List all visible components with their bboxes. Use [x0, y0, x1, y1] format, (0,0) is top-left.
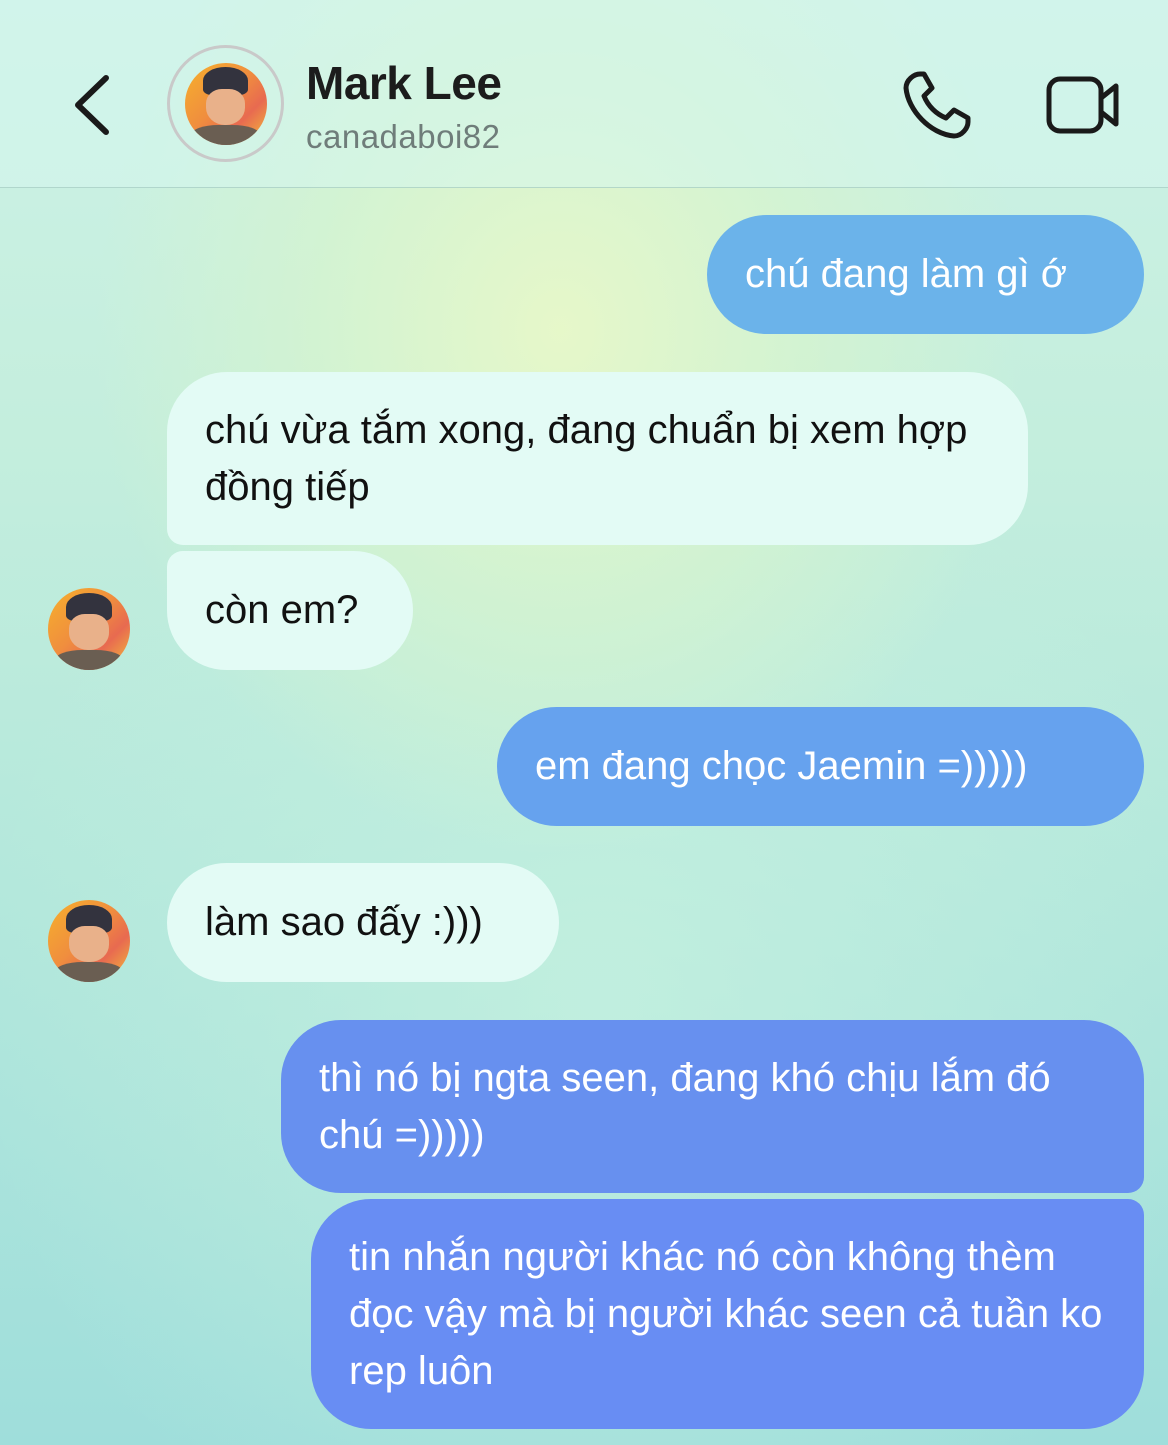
video-camera-icon: [1046, 76, 1119, 134]
message-text: thì nó bị ngta seen, đang khó chịu lắm đ…: [319, 1055, 1051, 1157]
back-button[interactable]: [60, 62, 130, 148]
message-text: tin nhắn người khác nó còn không thèm đọ…: [349, 1234, 1103, 1393]
chat-header: Mark Lee canadaboi82: [0, 0, 1168, 188]
avatar[interactable]: [48, 588, 130, 670]
video-call-button[interactable]: [1040, 66, 1124, 144]
message-bubble-incoming[interactable]: làm sao đấy :))): [167, 863, 559, 982]
contact-name[interactable]: Mark Lee: [306, 56, 502, 110]
avatar[interactable]: [48, 900, 130, 982]
phone-icon: [903, 71, 971, 139]
contact-avatar-button[interactable]: [167, 45, 284, 162]
message-text: chú đang làm gì ớ: [745, 252, 1067, 296]
voice-call-button[interactable]: [898, 66, 976, 144]
message-bubble-outgoing[interactable]: tin nhắn người khác nó còn không thèm đọ…: [311, 1199, 1144, 1429]
message-text: em đang chọc Jaemin =))))): [535, 744, 1028, 788]
message-text: chú vừa tắm xong, đang chuẩn bị xem hợp …: [205, 407, 968, 509]
contact-username[interactable]: canadaboi82: [306, 118, 501, 156]
message-bubble-incoming[interactable]: chú vừa tắm xong, đang chuẩn bị xem hợp …: [167, 372, 1028, 545]
message-bubble-outgoing[interactable]: em đang chọc Jaemin =))))): [497, 707, 1144, 826]
message-bubble-outgoing[interactable]: thì nó bị ngta seen, đang khó chịu lắm đ…: [281, 1020, 1144, 1193]
chevron-left-icon: [75, 75, 109, 135]
message-text: còn em?: [205, 588, 359, 632]
message-bubble-incoming[interactable]: còn em?: [167, 551, 413, 670]
message-bubble-outgoing[interactable]: chú đang làm gì ớ: [707, 215, 1144, 334]
avatar: [184, 62, 267, 145]
message-text: làm sao đấy :))): [205, 900, 483, 944]
